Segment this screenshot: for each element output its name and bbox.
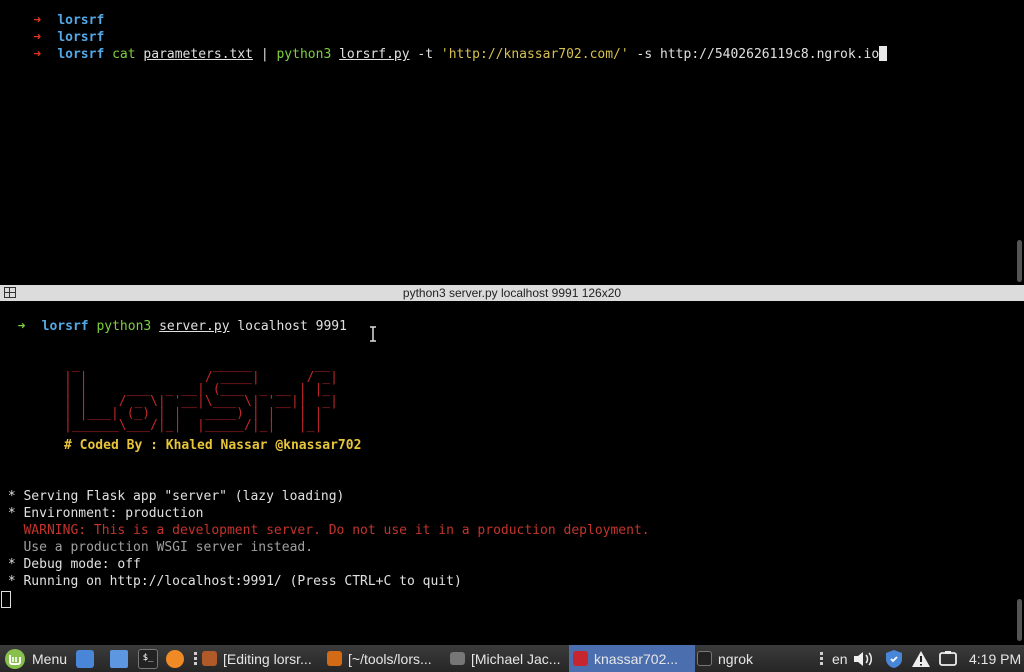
scrollbar-bottom[interactable] [1014, 301, 1024, 645]
prompt-line: ➜ lorsrf [0, 12, 104, 45]
pipe: | [260, 47, 269, 62]
terminal-icon [697, 651, 712, 666]
coded-by-text: # Coded By : Khaled Nassar @knassar702 [64, 438, 362, 453]
window-button-editing[interactable]: [Editing lorsr... [202, 645, 322, 672]
taskbar: Menu $_ [Editing lorsr... [~/tools/lors.… [0, 645, 1024, 672]
server-url: http://5402626119c8.ngrok.io [660, 47, 880, 62]
window-label: ngrok [718, 650, 754, 667]
keyboard-layout-label: en [832, 650, 848, 667]
window-button-knassar[interactable]: knassar702... [569, 645, 695, 672]
menu-label: Menu [32, 650, 68, 667]
scrollbar-thumb[interactable] [1017, 240, 1022, 282]
window-icon [450, 652, 465, 665]
flask-wsgi: Use a production WSGI server instead. [0, 540, 314, 555]
taskbar-separator [191, 645, 201, 672]
args: localhost 9991 [237, 319, 347, 334]
flask-running: * Running on http://localhost:9991/ (Pre… [0, 574, 462, 589]
mint-logo-icon [5, 648, 25, 669]
prompt-arrow: ➜ [33, 47, 42, 62]
update-warning-button[interactable] [911, 645, 931, 672]
terminal-icon: $_ [138, 648, 158, 669]
file-arg: server.py [159, 319, 230, 334]
files-launcher[interactable] [110, 645, 134, 672]
prompt-arrow: ➜ [17, 319, 26, 334]
shield-icon [886, 649, 902, 668]
network-icon [939, 650, 957, 666]
window-label: [Michael Jac... [471, 650, 561, 667]
tray-separator [817, 645, 827, 672]
window-button-ngrok[interactable]: ngrok [697, 645, 787, 672]
window-button-tools[interactable]: [~/tools/lors... [327, 645, 445, 672]
text-cursor [1, 591, 11, 608]
prompt-dir: lorsrf [41, 319, 89, 334]
volume-button[interactable] [852, 645, 874, 672]
show-desktop-button[interactable] [76, 645, 100, 672]
menu-button[interactable]: Menu [4, 645, 70, 672]
warning-icon [912, 650, 930, 667]
flag-s: -s [636, 47, 653, 62]
pane-title-bar: python3 server.py localhost 9991 126x20 [0, 285, 1024, 301]
command-line: ➜ lorsrf python3 server.py localhost 9991 [0, 301, 347, 334]
volume-icon [854, 651, 872, 666]
scrollbar-top[interactable] [1014, 0, 1024, 284]
pane-title: python3 server.py localhost 9991 126x20 [402, 286, 622, 300]
cmd-python: python3 [96, 319, 152, 334]
window-label: knassar702... [594, 650, 679, 667]
command-line[interactable]: ➜ lorsrf cat parameters.txt | python3 lor… [0, 29, 888, 62]
text-cursor [879, 46, 888, 61]
app-icon [573, 651, 588, 666]
clock-label: 4:19 PM [969, 650, 1022, 667]
scrollbar-thumb[interactable] [1017, 599, 1022, 641]
prompt-dir: lorsrf [57, 47, 105, 62]
desktop-icon [76, 649, 94, 668]
flask-warning: WARNING: This is a development server. D… [0, 523, 650, 538]
ibeam-cursor-icon [370, 326, 376, 342]
target-url: 'http://knassar702.com/' [440, 47, 629, 62]
window-button-michael[interactable]: [Michael Jac... [450, 645, 565, 672]
ascii-logo: _ _____ __ | | / ____| / _| | | ___ _ __… [64, 358, 338, 433]
sublime-icon [327, 651, 342, 666]
network-button[interactable] [938, 645, 958, 672]
window-label: [~/tools/lors... [348, 650, 432, 667]
cmd-python: python3 [276, 47, 332, 62]
flask-serving: * Serving Flask app "server" (lazy loadi… [0, 489, 345, 504]
flask-debug: * Debug mode: off [0, 557, 141, 572]
firefox-icon [166, 649, 184, 668]
file-arg: parameters.txt [143, 47, 253, 62]
firefox-launcher[interactable] [166, 645, 190, 672]
app-icon [202, 651, 217, 666]
folder-icon [110, 649, 128, 668]
split-pane-icon[interactable] [4, 287, 16, 298]
cmd-cat: cat [112, 47, 136, 62]
prompt-line: ➜ lorsrf [0, 0, 104, 28]
flask-env: * Environment: production [0, 506, 204, 521]
terminal-pane-top[interactable]: ➜ lorsrf ➜ lorsrf ➜ lorsrf cat parameters.t… [0, 0, 1014, 284]
file-arg: lorsrf.py [339, 47, 410, 62]
terminal-launcher[interactable]: $_ [138, 645, 164, 672]
clock[interactable]: 4:19 PM [969, 645, 1021, 672]
shield-button[interactable] [884, 645, 904, 672]
flag-t: -t [417, 47, 434, 62]
keyboard-layout[interactable]: en [832, 645, 848, 672]
window-label: [Editing lorsr... [223, 650, 312, 667]
terminal-pane-bottom[interactable] [0, 301, 1014, 645]
